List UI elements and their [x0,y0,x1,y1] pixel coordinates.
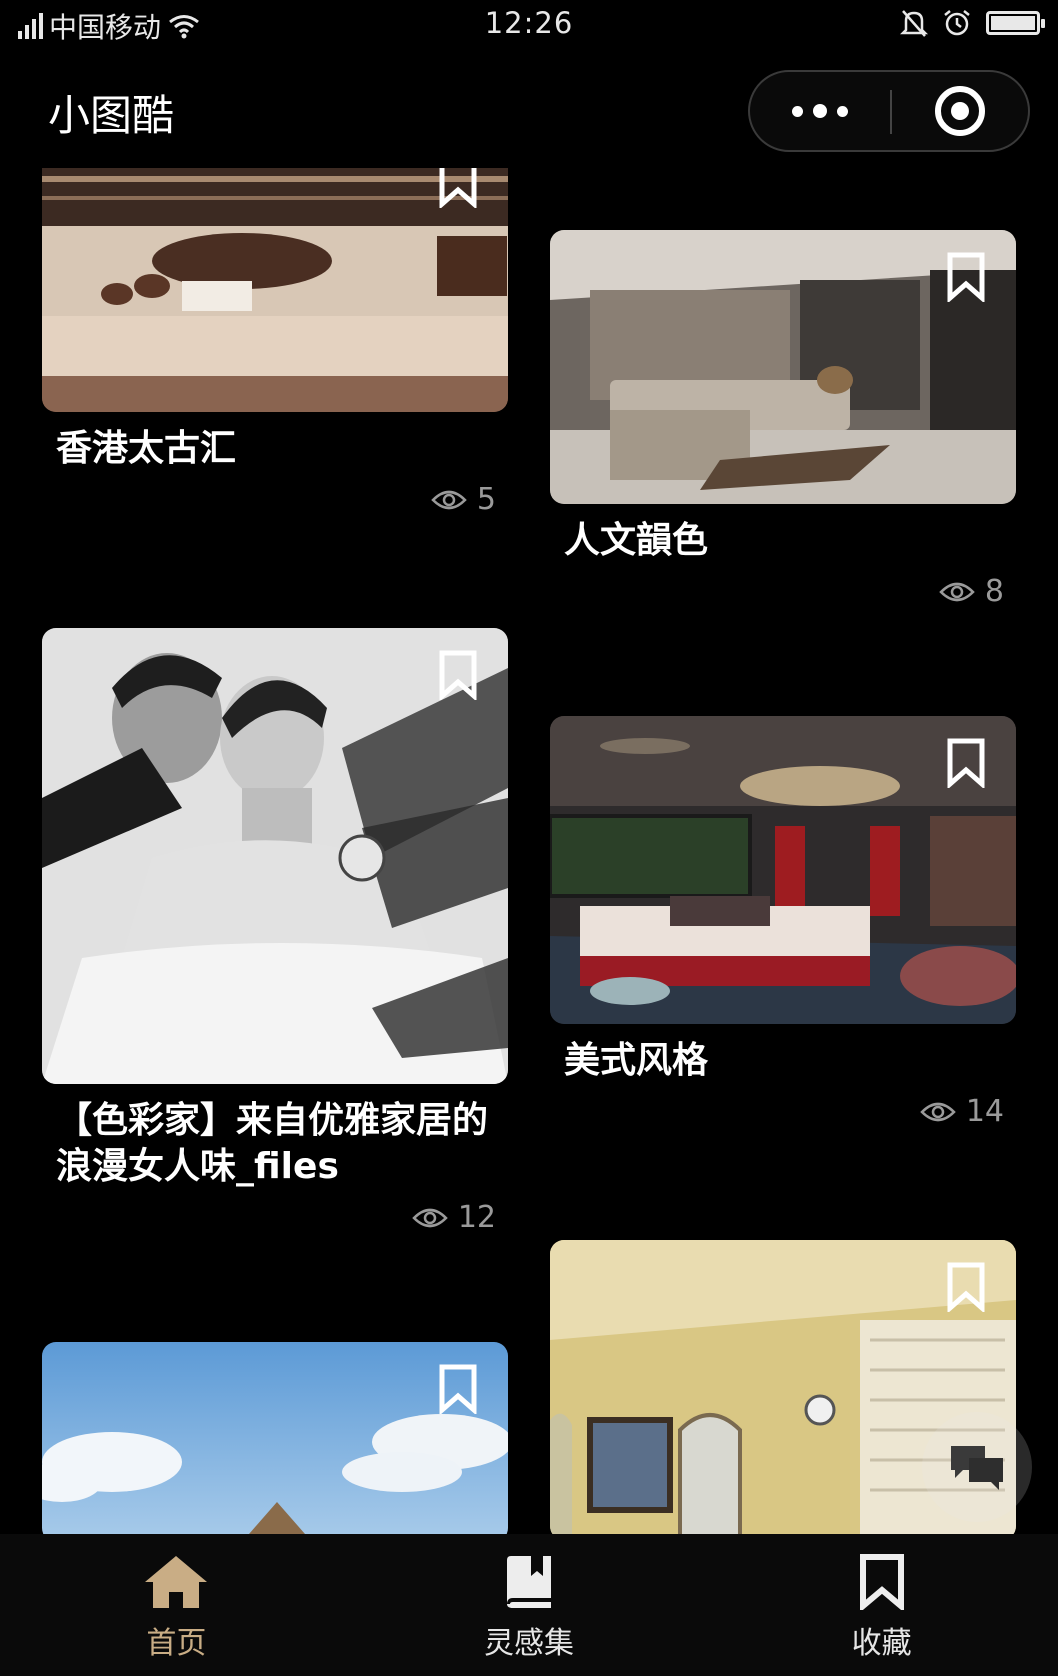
close-button[interactable] [892,72,1028,150]
alarm-icon [944,10,970,36]
tab-favorites[interactable]: 收藏 [705,1534,1058,1676]
tab-label: 收藏 [851,1626,912,1661]
status-bar: 中国移动 12:26 [0,0,1058,50]
card-thumbnail[interactable] [42,168,508,412]
bookmark-icon[interactable] [436,168,480,208]
tab-label: 首页 [146,1626,207,1661]
mini-program-capsule [748,70,1030,152]
battery-icon [986,11,1045,35]
card-thumbnail[interactable] [550,716,1016,1024]
bookmark-icon[interactable] [944,738,988,788]
bookmark-icon[interactable] [436,650,480,700]
card-title: 美式风格 [564,1040,709,1081]
bookmark-icon[interactable] [436,1364,480,1414]
home-icon [145,1556,208,1608]
card-thumbnail[interactable] [42,1342,508,1534]
view-count: 5 [42,482,508,517]
feed-card[interactable]: 香港太古汇 5 [42,168,508,517]
view-count-value: 14 [965,1094,1004,1129]
card-title: 人文韻色 [564,520,709,561]
eye-icon [412,1208,448,1227]
card-title: 香港太古汇 [56,428,237,469]
image-feed[interactable]: 香港太古汇 5 人文韻色 8 【色彩家】来自优雅家居的浪漫女人味_files 1… [0,168,1058,1534]
tab-home[interactable]: 首页 [0,1534,353,1676]
bookmark-icon[interactable] [944,1262,988,1312]
status-right [900,8,1045,38]
more-button[interactable] [750,72,890,150]
view-count-value: 5 [476,482,496,517]
tab-label: 灵感集 [484,1626,574,1661]
view-count: 14 [550,1094,1016,1129]
feed-card[interactable]: 【色彩家】来自优雅家居的浪漫女人味_files 12 [42,628,508,1235]
target-circle-icon [935,86,985,136]
view-count: 8 [550,574,1016,609]
tab-inspiration[interactable]: 灵感集 [353,1534,706,1676]
feed-card[interactable] [42,1342,508,1534]
bottom-tab-bar: 首页 灵感集 收藏 [0,1534,1058,1676]
view-count: 12 [42,1200,508,1235]
eye-icon [431,490,467,509]
page-title: 小图酷 [48,91,175,140]
chat-button[interactable] [922,1412,1032,1522]
card-thumbnail[interactable] [42,628,508,1084]
bookmark-icon[interactable] [944,252,988,302]
bookmark-icon [859,1554,904,1610]
book-icon [507,1556,551,1608]
eye-icon [920,1102,956,1121]
nav-bar: 小图酷 [0,58,1058,158]
card-title: 【色彩家】来自优雅家居的浪漫女人味_files [56,1100,489,1187]
bell-muted-icon [900,10,928,37]
card-thumbnail[interactable] [550,230,1016,504]
eye-icon [939,582,975,601]
feed-card[interactable]: 美式风格 14 [550,716,1016,1129]
feed-card[interactable]: 人文韻色 8 [550,230,1016,609]
view-count-value: 12 [457,1200,496,1235]
chat-bubbles-icon [951,1446,1003,1490]
view-count-value: 8 [984,574,1004,609]
